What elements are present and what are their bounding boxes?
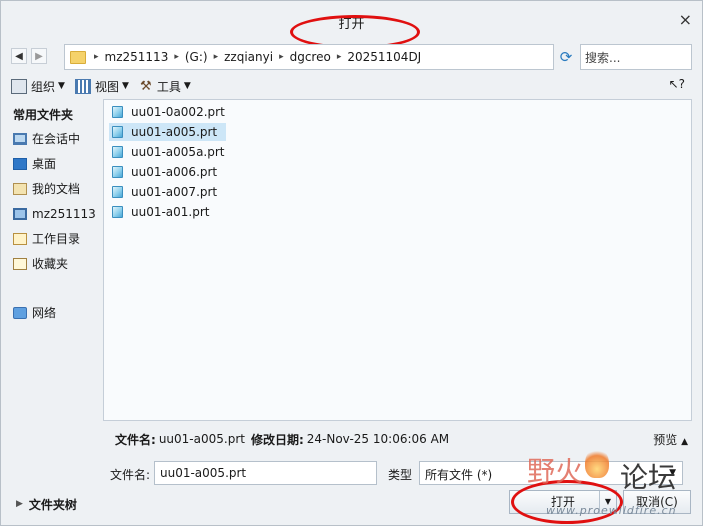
breadcrumb-separator-icon: ▸ — [174, 52, 179, 62]
part-file-icon — [112, 106, 123, 118]
breadcrumb-separator-icon: ▸ — [279, 52, 284, 62]
sidebar-item-label: 在会话中 — [32, 132, 81, 146]
title-bar: 打开 × — [1, 1, 702, 41]
breadcrumb-separator-icon: ▸ — [94, 52, 99, 62]
breadcrumb-separator-icon: ▸ — [213, 52, 219, 62]
toolbar: 组织 ▼ 视图 ▼ ⚒ 工具 ▼ ↖? — [11, 76, 691, 96]
close-icon[interactable]: × — [679, 10, 692, 29]
folder-icon — [70, 50, 86, 64]
watermark-flame — [585, 448, 609, 478]
network-icon — [13, 306, 27, 319]
breadcrumb-item[interactable]: 20251104DJ — [347, 50, 421, 64]
sidebar-item-label: mz251113 — [32, 206, 96, 221]
organize-menu[interactable]: 组织 ▼ — [11, 78, 65, 95]
filename-input[interactable]: uu01-a005.prt — [154, 461, 377, 485]
documents-icon — [13, 182, 27, 195]
help-icon[interactable]: ↖? — [669, 77, 685, 91]
organize-icon — [11, 78, 27, 94]
list-item[interactable]: uu01-a007.prt — [109, 183, 226, 201]
dialog-title: 打开 — [338, 17, 365, 32]
sidebar-item-label: 工作目录 — [32, 232, 81, 246]
file-name: uu01-0a002.prt — [131, 105, 225, 119]
tools-menu[interactable]: ⚒ 工具 ▼ — [139, 78, 191, 95]
expand-triangle-icon: ▶ — [16, 499, 23, 509]
search-input[interactable]: 搜索... — [580, 44, 692, 70]
file-details: 文件名: uu01-a005.prt 修改日期: 24-Nov-25 10:06… — [103, 427, 692, 451]
sidebar-item-working-directory[interactable]: 工作目录 — [4, 226, 101, 251]
back-arrow-icon[interactable]: ◀ — [11, 48, 27, 64]
sidebar-item-favorites[interactable]: 收藏夹 — [4, 251, 101, 276]
file-name: uu01-a007.prt — [131, 185, 218, 199]
sidebar-item-network[interactable]: 网络 — [4, 300, 101, 325]
sidebar-item-in-session[interactable]: 在会话中 — [4, 126, 101, 151]
help-label: ? — [678, 77, 685, 91]
sidebar-item-label: 桌面 — [32, 157, 57, 171]
organize-label: 组织 — [31, 79, 56, 94]
favorites-icon — [13, 257, 27, 270]
working-directory-icon — [13, 232, 27, 245]
desktop-icon — [13, 157, 27, 170]
breadcrumb-item[interactable]: dgcreo — [290, 50, 331, 64]
file-type-value: 所有文件 (*) — [425, 468, 493, 482]
watermark-right: 论坛 — [620, 461, 677, 494]
sidebar-item-label: 我的文档 — [32, 182, 81, 196]
detail-name-label: 文件名: — [115, 432, 156, 447]
list-item[interactable]: uu01-0a002.prt — [109, 103, 234, 121]
view-icon — [74, 78, 91, 94]
list-item[interactable]: uu01-a01.prt — [109, 203, 219, 221]
watermark-url: www.proewildfire.cn — [546, 504, 677, 517]
chevron-down-icon: ▼ — [183, 81, 191, 91]
detail-modified-value: 24-Nov-25 10:06:06 AM — [306, 432, 450, 446]
part-file-icon — [112, 186, 123, 198]
view-label: 视图 — [94, 79, 119, 94]
preview-label: 预览 — [653, 433, 678, 447]
chevron-down-icon: ▼ — [58, 81, 65, 91]
list-item[interactable]: uu01-a005a.prt — [109, 143, 234, 161]
file-name: uu01-a005a.prt — [131, 145, 225, 159]
sidebar-item-label: 网络 — [32, 306, 57, 320]
part-file-icon — [112, 146, 123, 158]
address-row: ◀ ▶ ▸ mz251113 ▸ (G:) ▸ zzqianyi ▸ dgcre… — [9, 44, 695, 70]
breadcrumb-separator-icon: ▸ — [336, 52, 342, 62]
breadcrumb-item[interactable]: mz251113 — [105, 50, 169, 64]
preview-toggle[interactable]: 预览 ▲ — [653, 431, 688, 448]
breadcrumb-item[interactable]: (G:) — [185, 50, 208, 64]
view-menu[interactable]: 视图 ▼ — [74, 78, 129, 95]
sidebar-item-label: 收藏夹 — [32, 257, 69, 271]
tools-icon: ⚒ — [140, 78, 152, 94]
computer-icon — [13, 207, 27, 220]
sidebar-header: 常用文件夹 — [13, 108, 74, 122]
file-name: uu01-a01.prt — [131, 205, 210, 219]
file-name: uu01-a005.prt — [131, 125, 218, 139]
type-label: 类型 — [388, 468, 413, 482]
filename-label: 文件名: — [110, 468, 151, 482]
sidebar-item-desktop[interactable]: 桌面 — [4, 151, 101, 176]
list-item[interactable]: uu01-a006.prt — [109, 163, 226, 181]
folder-tree-label: 文件夹树 — [28, 497, 77, 512]
watermark-left: 野火 — [527, 455, 584, 488]
chevron-down-icon: ▼ — [121, 81, 129, 91]
chevron-up-icon: ▲ — [681, 437, 688, 447]
tools-label: 工具 — [156, 79, 181, 94]
list-item-selected[interactable]: uu01-a005.prt — [109, 123, 227, 141]
sidebar-item-computer[interactable]: mz251113 — [4, 201, 101, 226]
address-bar[interactable]: ▸ mz251113 ▸ (G:) ▸ zzqianyi ▸ dgcreo ▸ … — [64, 44, 554, 70]
sidebar-item-my-documents[interactable]: 我的文档 — [4, 176, 101, 201]
part-file-icon — [112, 166, 123, 178]
monitor-icon — [13, 132, 27, 145]
open-dialog: 打开 × ◀ ▶ ▸ mz251113 ▸ (G:) ▸ zzqianyi ▸ … — [0, 0, 703, 526]
detail-name-value: uu01-a005.prt — [158, 432, 245, 446]
part-file-icon — [112, 206, 123, 218]
refresh-icon[interactable]: ⟳ — [556, 47, 576, 67]
forward-arrow-icon[interactable]: ▶ — [31, 48, 47, 64]
sidebar: 常用文件夹 在会话中 桌面 我的文档 mz251113 工作目录 收藏夹 网络 — [4, 99, 101, 520]
file-name: uu01-a006.prt — [131, 165, 218, 179]
part-file-icon — [112, 126, 123, 138]
detail-modified-label: 修改日期: — [250, 432, 304, 447]
folder-tree-toggle[interactable]: ▶ 文件夹树 — [4, 491, 101, 517]
breadcrumb-item[interactable]: zzqianyi — [224, 50, 273, 64]
file-list[interactable]: uu01-0a002.prt uu01-a005.prt uu01-a005a.… — [103, 99, 692, 421]
